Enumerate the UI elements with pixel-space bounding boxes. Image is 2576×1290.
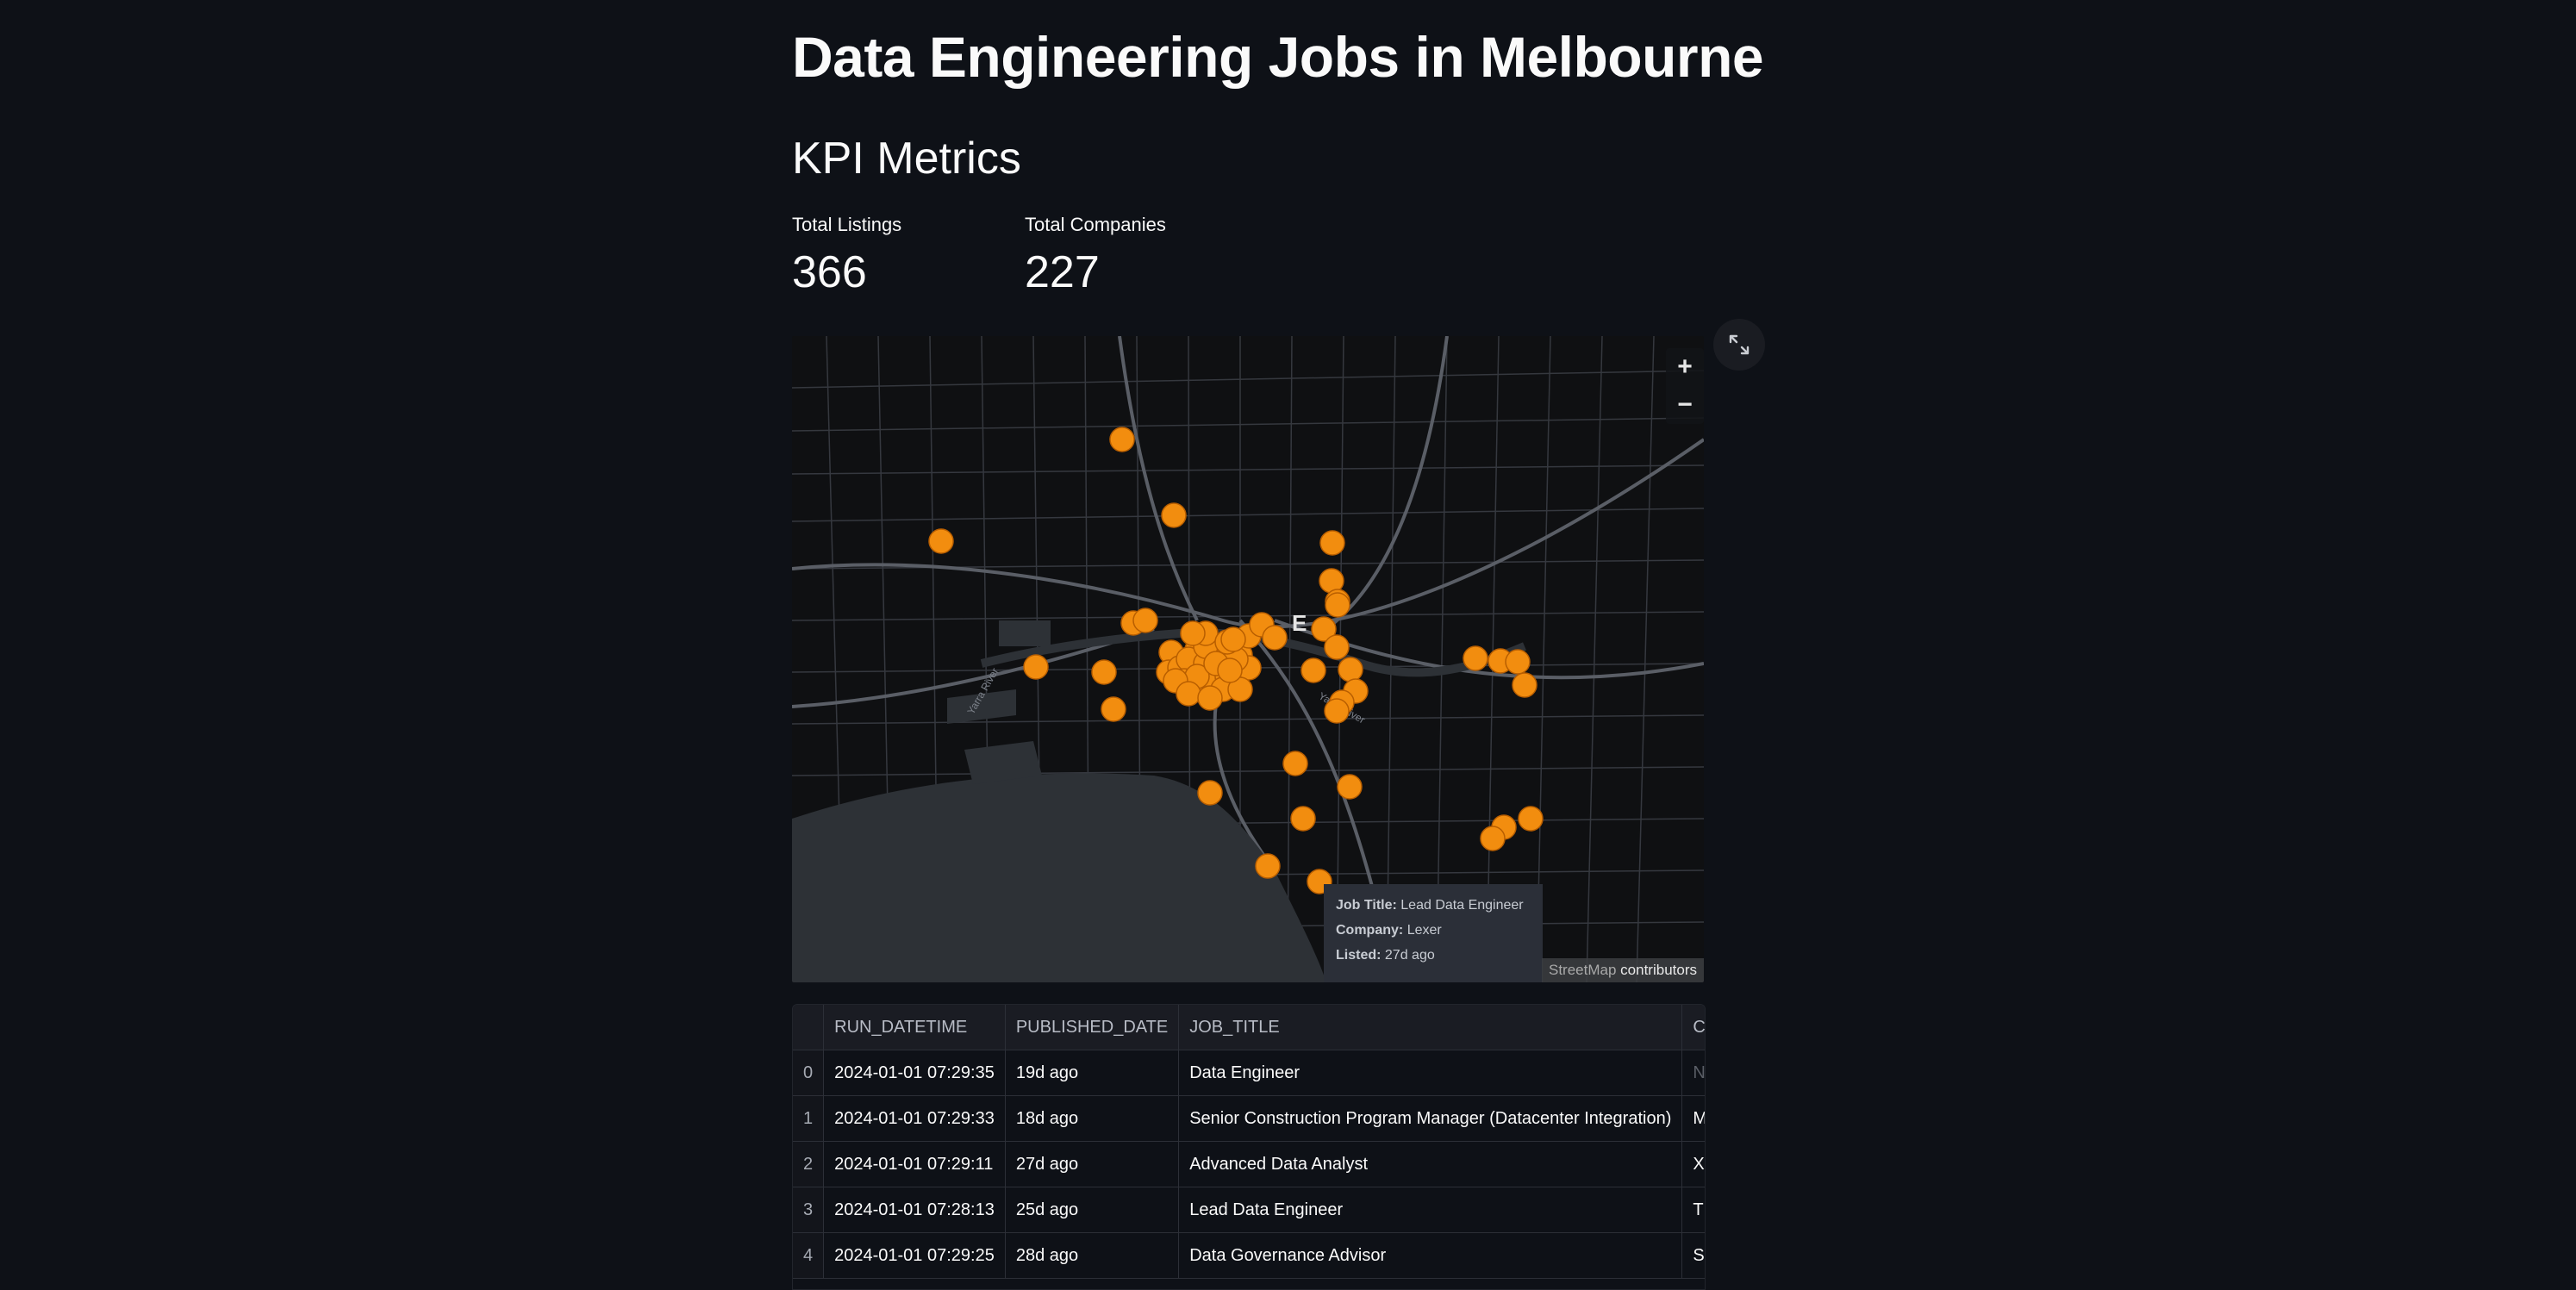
jobs-table: RUN_DATETIME PUBLISHED_DATE JOB_TITLE C …	[793, 1005, 1705, 1279]
table-row[interactable]: 3 2024-01-01 07:28:13 25d ago Lead Data …	[793, 1187, 1705, 1233]
zoom-in-button[interactable]: +	[1666, 348, 1704, 386]
tooltip-listed: Listed: 27d ago	[1336, 948, 1435, 963]
row-index: 2	[793, 1141, 825, 1187]
expand-icon	[1729, 334, 1750, 355]
cell-company[interactable]: N	[1681, 1050, 1705, 1096]
job-marker[interactable]	[1180, 620, 1206, 646]
cell-run-datetime[interactable]: 2024-01-01 07:29:25	[823, 1232, 1006, 1279]
table-row[interactable]: 0 2024-01-01 07:29:35 19d ago Data Engin…	[793, 1050, 1705, 1096]
job-marker[interactable]	[1338, 657, 1363, 682]
metric-label: Total Listings	[792, 214, 902, 235]
job-marker[interactable]	[1101, 696, 1126, 722]
job-marker[interactable]	[1262, 625, 1288, 651]
cell-company[interactable]: S	[1681, 1232, 1705, 1279]
job-marker[interactable]	[1325, 592, 1350, 618]
map-attribution[interactable]: StreetMap contributors	[1542, 958, 1704, 982]
job-marker[interactable]	[1463, 645, 1488, 671]
job-marker[interactable]	[1480, 826, 1506, 851]
cell-run-datetime[interactable]: 2024-01-01 07:29:11	[823, 1141, 1006, 1187]
job-marker[interactable]	[1091, 659, 1117, 685]
jobs-dataframe[interactable]: RUN_DATETIME PUBLISHED_DATE JOB_TITLE C …	[792, 1004, 1706, 1290]
metric-value: 227	[1025, 247, 1100, 297]
cell-run-datetime[interactable]: 2024-01-01 07:29:35	[823, 1050, 1006, 1096]
cell-run-datetime[interactable]: 2024-01-01 07:28:13	[823, 1187, 1006, 1233]
table-row[interactable]: 1 2024-01-01 07:29:33 18d ago Senior Con…	[793, 1095, 1705, 1142]
job-marker[interactable]	[1518, 806, 1544, 832]
column-header-job-title[interactable]: JOB_TITLE	[1178, 1005, 1683, 1050]
cell-company[interactable]: M	[1681, 1095, 1705, 1142]
cell-published-date[interactable]: 19d ago	[1005, 1050, 1180, 1096]
cell-company[interactable]: X	[1681, 1141, 1705, 1187]
fullscreen-button[interactable]	[1713, 319, 1765, 371]
job-location-map[interactable]: Yarra River Yarra River E + − Job Title:…	[792, 336, 1704, 982]
cell-job-title[interactable]: Lead Data Engineer	[1178, 1187, 1683, 1233]
job-marker[interactable]	[1290, 806, 1316, 832]
job-marker[interactable]	[1109, 427, 1135, 452]
cell-job-title[interactable]: Senior Construction Program Manager (Dat…	[1178, 1095, 1683, 1142]
metric-total-companies: Total Companies 227	[1025, 214, 1166, 298]
job-marker[interactable]	[1023, 654, 1049, 680]
job-marker[interactable]	[1319, 530, 1345, 556]
tooltip-company: Company: Lexer	[1336, 923, 1442, 938]
map-tooltip: Job Title: Lead Data Engineer Company: L…	[1324, 884, 1543, 982]
column-header-run-datetime[interactable]: RUN_DATETIME	[823, 1005, 1006, 1050]
job-marker[interactable]	[1324, 698, 1350, 724]
cell-job-title[interactable]: Data Engineer	[1178, 1050, 1683, 1096]
row-index: 0	[793, 1050, 825, 1096]
zoom-out-button[interactable]: −	[1666, 386, 1704, 424]
row-index: 3	[793, 1187, 825, 1233]
job-marker[interactable]	[1337, 774, 1363, 800]
metric-total-listings: Total Listings 366	[792, 214, 901, 298]
job-marker[interactable]	[1324, 634, 1350, 660]
job-marker[interactable]	[1282, 751, 1308, 776]
cell-job-title[interactable]: Data Governance Advisor	[1178, 1232, 1683, 1279]
job-marker[interactable]	[1161, 502, 1187, 528]
table-row[interactable]: 4 2024-01-01 07:29:25 28d ago Data Gover…	[793, 1232, 1705, 1279]
cell-published-date[interactable]: 25d ago	[1005, 1187, 1180, 1233]
row-index: 4	[793, 1232, 825, 1279]
job-marker[interactable]	[1512, 672, 1537, 698]
column-header-published-date[interactable]: PUBLISHED_DATE	[1005, 1005, 1180, 1050]
job-marker[interactable]	[1217, 657, 1243, 683]
column-header-company[interactable]: C	[1681, 1005, 1705, 1050]
cell-published-date[interactable]: 27d ago	[1005, 1141, 1180, 1187]
metric-value: 366	[792, 247, 867, 297]
job-marker[interactable]	[1132, 608, 1158, 633]
port-docks	[947, 620, 1051, 784]
row-index: 1	[793, 1095, 825, 1142]
job-marker[interactable]	[928, 528, 954, 554]
job-marker[interactable]	[1176, 681, 1201, 707]
job-marker[interactable]	[1220, 626, 1246, 652]
port-phillip-bay	[792, 773, 1326, 982]
cell-published-date[interactable]: 28d ago	[1005, 1232, 1180, 1279]
job-marker[interactable]	[1255, 853, 1281, 879]
job-marker[interactable]	[1197, 780, 1223, 806]
table-header-row: RUN_DATETIME PUBLISHED_DATE JOB_TITLE C	[793, 1005, 1705, 1050]
column-header-index[interactable]	[793, 1005, 825, 1050]
job-marker[interactable]	[1197, 685, 1223, 711]
job-marker[interactable]	[1300, 657, 1326, 683]
table-row[interactable]: 2 2024-01-01 07:29:11 27d ago Advanced D…	[793, 1141, 1705, 1187]
suburb-label: E	[1292, 610, 1307, 636]
cell-job-title[interactable]: Advanced Data Analyst	[1178, 1141, 1683, 1187]
metric-label: Total Companies	[1025, 214, 1166, 235]
job-marker[interactable]	[1505, 649, 1531, 675]
cell-run-datetime[interactable]: 2024-01-01 07:29:33	[823, 1095, 1006, 1142]
kpi-subheader: KPI Metrics	[792, 134, 1021, 184]
cell-company[interactable]: T	[1681, 1187, 1705, 1233]
map-basemap[interactable]: Yarra River Yarra River E	[792, 336, 1704, 982]
cell-published-date[interactable]: 18d ago	[1005, 1095, 1180, 1142]
page-title: Data Engineering Jobs in Melbourne	[792, 25, 1764, 89]
tooltip-job-title: Job Title: Lead Data Engineer	[1336, 898, 1524, 913]
map-zoom-control: + −	[1666, 348, 1704, 424]
